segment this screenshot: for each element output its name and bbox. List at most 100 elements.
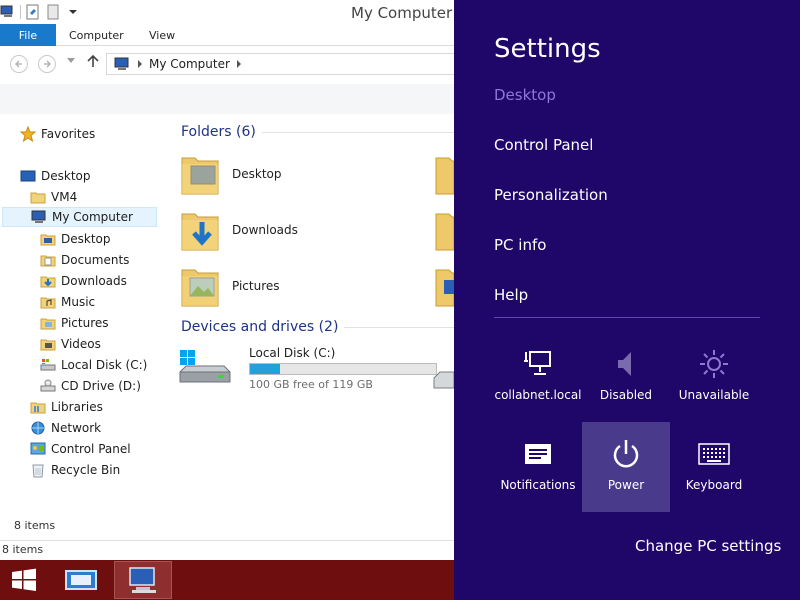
charm-link-personalization[interactable]: Personalization [494,186,608,204]
chevron-right-icon [138,60,142,68]
forward-button[interactable] [38,55,56,73]
drive-item-cd-drive[interactable] [432,364,454,395]
tree-item-documents[interactable]: Documents [40,250,129,270]
ribbon-tabs: File Computer View [0,24,454,46]
star-icon [20,126,36,142]
tree-item-control-panel[interactable]: Control Panel [30,439,131,459]
back-button[interactable] [10,55,28,73]
tile-network[interactable]: collabnet.local [494,332,582,422]
network-icon [30,420,46,436]
hard-drive-icon [179,350,231,383]
charm-link-control-panel[interactable]: Control Panel [494,136,593,154]
power-icon [582,436,670,472]
drive-item-local-disk[interactable]: Local Disk (C:) 100 GB free of 119 GB [178,346,440,394]
breadcrumb[interactable]: My Computer [149,57,230,71]
pictures-folder-icon [40,315,56,331]
change-pc-settings-link[interactable]: Change PC settings [635,537,781,555]
properties-icon[interactable] [25,4,41,20]
folder-item-desktop[interactable]: Desktop [180,148,282,200]
user-folder-icon [30,189,46,205]
toolbar-divider [20,5,21,19]
desktop-folder-icon [180,150,220,199]
control-panel-icon [30,441,46,457]
computer-icon [114,57,129,70]
drive-name: Local Disk (C:) [249,346,336,360]
folder-item-music[interactable] [434,206,454,255]
explorer-window: My Computer File Computer View My Comput… [0,0,454,560]
group-header-devices[interactable]: Devices and drives (2) [181,319,454,335]
drive-free-space: 100 GB free of 119 GB [249,378,373,391]
item-count: 8 items [14,519,56,532]
charm-title: Settings [494,34,601,64]
folder-item-pictures[interactable]: Pictures [180,260,280,312]
window-title: My Computer [351,4,453,22]
address-bar[interactable]: My Computer [106,53,454,75]
music-folder-icon [435,213,454,251]
downloads-folder-icon [180,206,220,255]
toolbar-band [0,84,454,114]
tree-item-desktop[interactable]: Desktop [20,166,91,186]
videos-folder-icon [435,269,454,307]
tab-file[interactable]: File [0,24,56,46]
volume-icon [582,346,670,382]
up-button[interactable] [87,54,99,72]
drive-icon [40,357,56,373]
cd-drive-icon [433,371,454,389]
chevron-down-icon[interactable] [65,4,81,20]
tree-item-downloads[interactable]: Downloads [40,271,127,291]
desktop-icon [20,168,36,184]
tile-brightness[interactable]: Unavailable [670,332,758,422]
network-status-icon [494,346,582,382]
tree-item-desktop-child[interactable]: Desktop [40,229,111,249]
tab-computer[interactable]: Computer [69,24,124,46]
tree-item-videos[interactable]: Videos [40,334,101,354]
tile-notifications[interactable]: Notifications [494,422,582,512]
taskbar-explorer-button[interactable] [52,561,110,599]
tree-item-local-disk[interactable]: Local Disk (C:) [40,355,147,375]
tree-item-libraries[interactable]: Libraries [30,397,103,417]
tree-item-network[interactable]: Network [30,418,101,438]
status-bar: 8 items [0,540,454,560]
settings-charm: Settings Desktop Control Panel Personali… [454,0,800,600]
folder-item-downloads[interactable]: Downloads [180,204,298,256]
navigation-bar: My Computer [0,48,454,80]
tree-item-music[interactable]: Music [40,292,95,312]
tree-item-cd-drive[interactable]: CD Drive (D:) [40,376,141,396]
tree-item-favorites[interactable]: Favorites [20,124,95,144]
chevron-right-icon[interactable] [236,60,242,68]
pictures-folder-icon [180,262,220,311]
desktop-folder-icon [40,231,56,247]
charm-context-label: Desktop [494,86,556,104]
cd-drive-icon [40,378,56,394]
tile-volume[interactable]: Disabled [582,332,670,422]
navigation-pane: Favorites Desktop VM4 My Computer Deskto… [0,114,160,516]
group-header-folders[interactable]: Folders (6) [181,124,454,140]
charm-divider [494,317,760,318]
tree-item-pictures[interactable]: Pictures [40,313,109,333]
computer-icon[interactable] [0,4,16,20]
computer-icon [129,567,156,593]
tile-keyboard[interactable]: Keyboard [670,422,758,512]
documents-folder-icon [435,157,454,195]
tab-view[interactable]: View [149,24,175,46]
documents-folder-icon [40,252,56,268]
group-divider [261,131,454,133]
keyboard-icon [670,436,758,472]
tree-item-recycle-bin[interactable]: Recycle Bin [30,460,120,480]
libraries-icon [30,399,46,415]
folder-item-documents[interactable] [434,150,454,199]
drive-usage-bar [249,363,437,375]
arrow-left-icon [14,60,22,68]
tree-item-vm4[interactable]: VM4 [30,187,77,207]
taskbar-my-computer-button[interactable] [114,561,172,599]
recent-locations-icon[interactable] [67,57,75,67]
tile-power[interactable]: Power [582,422,670,512]
tree-item-my-computer[interactable]: My Computer [2,207,157,227]
new-folder-icon[interactable] [45,4,61,20]
folder-item-videos[interactable] [434,262,454,311]
charm-link-pc-info[interactable]: PC info [494,236,546,254]
videos-folder-icon [40,336,56,352]
start-button[interactable] [8,568,40,592]
downloads-folder-icon [40,273,56,289]
charm-link-help[interactable]: Help [494,286,528,304]
